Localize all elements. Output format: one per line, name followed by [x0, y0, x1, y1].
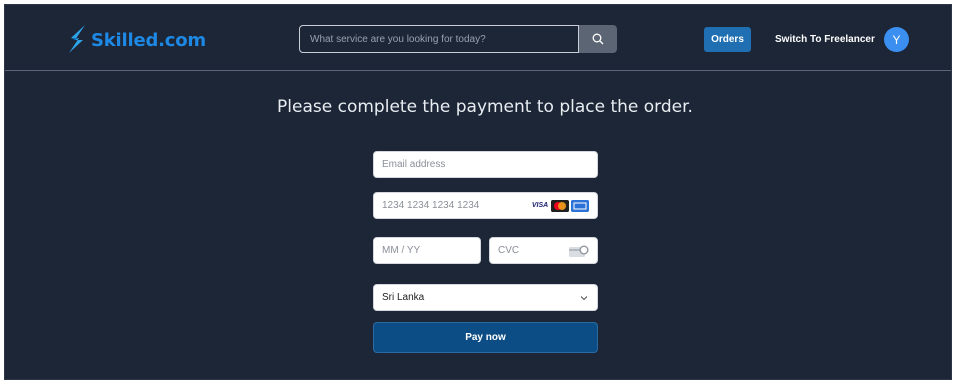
logo-text: Skilled.com	[91, 29, 206, 51]
card-number-field[interactable]: 1234 1234 1234 1234 VISA	[373, 192, 598, 219]
top-navbar: Skilled.com Orders Switch To Freelancer …	[5, 5, 951, 71]
visa-icon: VISA	[531, 199, 549, 212]
cvc-card-icon	[569, 245, 589, 257]
email-field[interactable]: Email address	[373, 151, 598, 178]
country-value: Sri Lanka	[382, 292, 425, 303]
card-number-placeholder: 1234 1234 1234 1234	[382, 200, 480, 211]
chevron-down-icon	[580, 295, 588, 300]
amex-icon	[571, 199, 589, 212]
mastercard-icon	[551, 199, 569, 212]
email-placeholder: Email address	[382, 159, 446, 170]
switch-to-freelancer-link[interactable]: Switch To Freelancer	[775, 34, 875, 45]
search-button[interactable]	[579, 25, 617, 53]
pay-now-button[interactable]: Pay now	[373, 322, 598, 353]
app-window: Skilled.com Orders Switch To Freelancer …	[4, 4, 952, 380]
cvc-placeholder: CVC	[498, 245, 520, 256]
card-brands: VISA	[531, 199, 589, 212]
search-input[interactable]	[299, 25, 579, 53]
orders-button[interactable]: Orders	[704, 27, 751, 52]
avatar[interactable]: Y	[884, 27, 909, 52]
logo[interactable]: Skilled.com	[65, 23, 206, 57]
country-select[interactable]: Sri Lanka	[373, 284, 598, 311]
search-bar	[299, 25, 617, 53]
search-icon	[592, 33, 604, 45]
expiry-placeholder: MM / YY	[382, 245, 421, 256]
page-title: Please complete the payment to place the…	[277, 97, 693, 117]
logo-icon	[69, 25, 85, 53]
cvc-field[interactable]: CVC	[489, 237, 598, 264]
expiry-field[interactable]: MM / YY	[373, 237, 481, 264]
